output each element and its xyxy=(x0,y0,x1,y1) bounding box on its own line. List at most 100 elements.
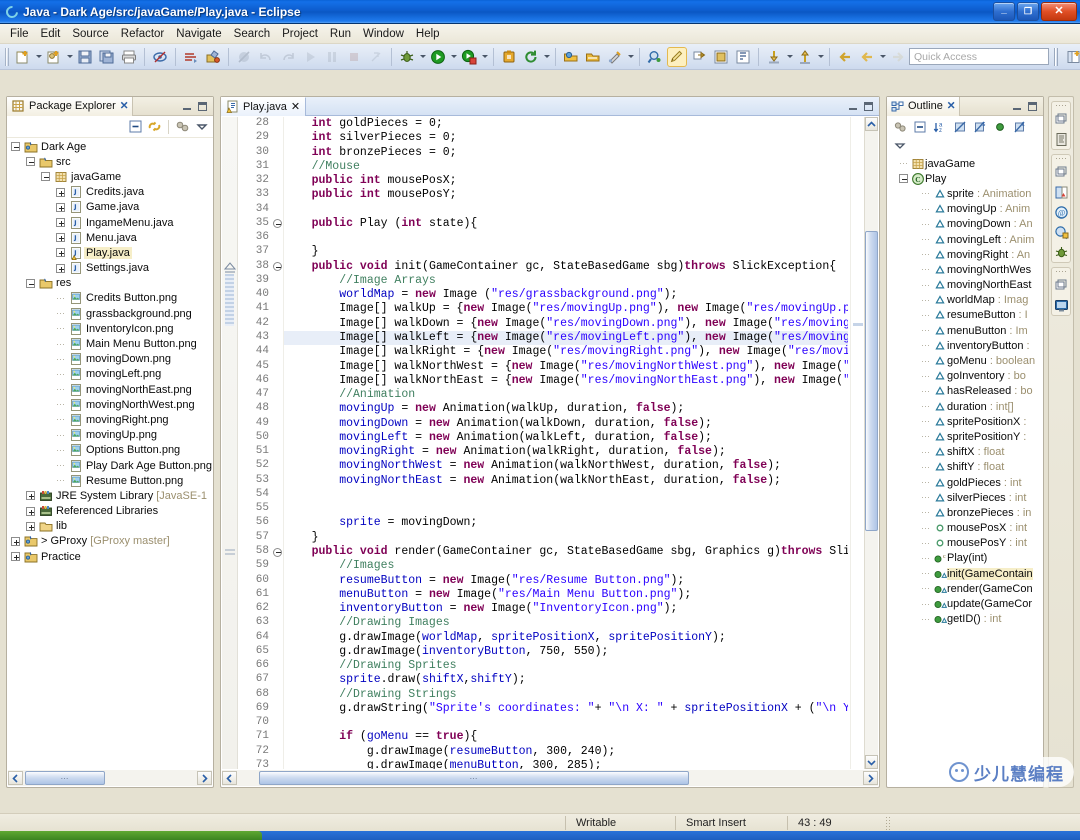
code-line[interactable]: } xyxy=(284,245,848,259)
outline-item[interactable]: ⋯shiftX : float xyxy=(888,445,1042,460)
tree-twisty-minus-icon[interactable] xyxy=(23,157,38,166)
code-line[interactable]: movingRight = new Animation(walkRight, d… xyxy=(284,445,848,459)
code-line[interactable]: sprite.draw(shiftX,shiftY); xyxy=(284,673,848,687)
hide-nonpublic-icon[interactable] xyxy=(991,118,1008,135)
outline-item[interactable]: ⋯spritePositionX : xyxy=(888,414,1042,429)
new-java-project-icon[interactable] xyxy=(13,47,33,67)
outline-item[interactable]: ⋯hasReleased : bo xyxy=(888,384,1042,399)
save-all-icon[interactable] xyxy=(97,47,117,67)
menu-item-help[interactable]: Help xyxy=(410,26,446,42)
tree-twisty-plus-icon[interactable] xyxy=(53,248,68,257)
restore-icon-3[interactable] xyxy=(1052,275,1070,295)
menu-item-window[interactable]: Window xyxy=(357,26,410,42)
sort-icon[interactable]: az xyxy=(931,118,948,135)
restore-icon-2[interactable] xyxy=(1052,162,1070,182)
editor-vscroll[interactable] xyxy=(864,117,878,769)
tree-twisty-plus-icon[interactable] xyxy=(23,491,38,500)
tree-item[interactable]: ⋯Resume Button.png xyxy=(8,473,212,488)
perspective-grip[interactable] xyxy=(1054,48,1058,66)
scroll-right-icon[interactable] xyxy=(863,771,878,785)
code-line[interactable]: //Drawing Images xyxy=(284,616,848,630)
outline-item[interactable]: ⋯goldPieces : int xyxy=(888,475,1042,490)
tree-twisty-plus-icon[interactable] xyxy=(53,233,68,242)
refresh-dropdown[interactable] xyxy=(542,47,551,67)
outline-item[interactable]: ⋯movingUp : Anim xyxy=(888,202,1042,217)
fold-toggle-icon[interactable] xyxy=(272,545,283,559)
code-line[interactable]: inventoryButton = new Image("InventoryIc… xyxy=(284,602,848,616)
external-tools-icon[interactable] xyxy=(499,47,519,67)
outline-item[interactable]: ⋯inventoryButton : xyxy=(888,338,1042,353)
tree-item[interactable]: Settings.java xyxy=(8,261,212,276)
hide-fields-icon[interactable] xyxy=(951,118,968,135)
outline-item[interactable]: ⋯render(GameCon xyxy=(888,581,1042,596)
menu-item-source[interactable]: Source xyxy=(66,26,114,42)
scroll-down-icon[interactable] xyxy=(865,755,878,769)
tree-item[interactable]: ⋯Credits Button.png xyxy=(8,291,212,306)
tab-outline[interactable]: Outline ✕ xyxy=(887,97,960,116)
open-declaration-dropdown[interactable] xyxy=(816,47,825,67)
outline-item[interactable]: ⋯getID() : int xyxy=(888,612,1042,627)
code-line[interactable]: int silverPieces = 0; xyxy=(284,131,848,145)
outline-tree[interactable]: ⋯javaGameCPlay⋯sprite : Animation⋯moving… xyxy=(888,156,1042,786)
tree-item[interactable]: ⋯movingUp.png xyxy=(8,428,212,443)
code-line[interactable]: menuButton = new Image("res/Main Menu Bu… xyxy=(284,588,848,602)
outline-item[interactable]: ⋯duration : int[] xyxy=(888,399,1042,414)
overview-ruler[interactable] xyxy=(850,117,864,769)
code-line[interactable]: //Images xyxy=(284,559,848,573)
scroll-left-icon[interactable] xyxy=(8,771,23,785)
toggle-mark-occurrences-icon[interactable] xyxy=(150,47,170,67)
tree-item[interactable]: ⋯grassbackground.png xyxy=(8,306,212,321)
link-with-editor-icon[interactable] xyxy=(146,118,163,135)
run-icon[interactable] xyxy=(428,47,448,67)
tree-item[interactable]: ⋯movingRight.png xyxy=(8,412,212,427)
code-line[interactable]: g.drawString("Sprite's coordinates: "+ "… xyxy=(284,702,848,716)
code-line[interactable]: g.drawImage(menuButton, 300, 285); xyxy=(284,759,848,769)
tree-item[interactable]: Play.java xyxy=(8,245,212,260)
tree-item[interactable]: ⋯movingNorthEast.png xyxy=(8,382,212,397)
tree-item[interactable]: Dark Age xyxy=(8,139,212,154)
tree-twisty-minus-icon[interactable] xyxy=(23,279,38,288)
javadoc-view-icon[interactable]: @ xyxy=(1052,202,1070,222)
code-line[interactable]: public void render(GameContainer gc, Sta… xyxy=(284,545,848,559)
code-line[interactable]: public int mousePosX; xyxy=(284,174,848,188)
scroll-left-icon[interactable] xyxy=(222,771,237,785)
run-coverage-dropdown[interactable] xyxy=(480,47,489,67)
tree-twisty-plus-icon[interactable] xyxy=(53,218,68,227)
tree-item[interactable]: src xyxy=(8,154,212,169)
code-line[interactable]: g.drawImage(worldMap, spritePositionX, s… xyxy=(284,631,848,645)
tree-item[interactable]: lib xyxy=(8,519,212,534)
code-line[interactable]: } xyxy=(284,531,848,545)
tree-item[interactable]: res xyxy=(8,276,212,291)
back-icon[interactable] xyxy=(835,47,855,67)
hide-static-icon[interactable]: S xyxy=(971,118,988,135)
outline-item[interactable]: ⋯goMenu : boolean xyxy=(888,353,1042,368)
code-line[interactable]: if (goMenu == true){ xyxy=(284,730,848,744)
fold-toggle-icon[interactable] xyxy=(272,217,283,231)
menu-item-run[interactable]: Run xyxy=(324,26,357,42)
code-line[interactable]: public void init(GameContainer gc, State… xyxy=(284,260,848,274)
code-line[interactable] xyxy=(284,502,848,516)
editor-vscroll-thumb[interactable] xyxy=(865,231,878,531)
outline-item[interactable]: ⋯shiftY : float xyxy=(888,460,1042,475)
focus-on-active-task-icon[interactable] xyxy=(174,118,191,135)
code-line[interactable]: //Image Arrays xyxy=(284,274,848,288)
menu-item-refactor[interactable]: Refactor xyxy=(115,26,170,42)
tree-item[interactable]: ⋯movingNorthWest.png xyxy=(8,397,212,412)
code-line[interactable]: Image[] walkDown = {new Image("res/movin… xyxy=(284,317,848,331)
tree-twisty-minus-icon[interactable] xyxy=(38,172,53,181)
tree-item[interactable]: > GProxy [GProxy master] xyxy=(8,534,212,549)
build-all-icon[interactable] xyxy=(203,47,223,67)
code-line[interactable]: resumeButton = new Image("res/Resume But… xyxy=(284,574,848,588)
code-line[interactable] xyxy=(284,488,848,502)
new-java-class-dropdown[interactable] xyxy=(65,47,74,67)
tree-item[interactable]: Game.java xyxy=(8,200,212,215)
code-line[interactable]: movingNorthWest = new Animation(walkNort… xyxy=(284,459,848,473)
code-line[interactable] xyxy=(284,716,848,730)
open-task-icon[interactable] xyxy=(181,47,201,67)
declaration-view-icon[interactable] xyxy=(1052,222,1070,242)
code-line[interactable]: Image[] walkRight = {new Image("res/movi… xyxy=(284,345,848,359)
code-line[interactable]: int goldPieces = 0; xyxy=(284,117,848,131)
run-dropdown[interactable] xyxy=(449,47,458,67)
editor-text-area[interactable]: int goldPieces = 0; int silverPieces = 0… xyxy=(284,117,848,769)
tree-twisty-plus-icon[interactable] xyxy=(23,507,38,516)
